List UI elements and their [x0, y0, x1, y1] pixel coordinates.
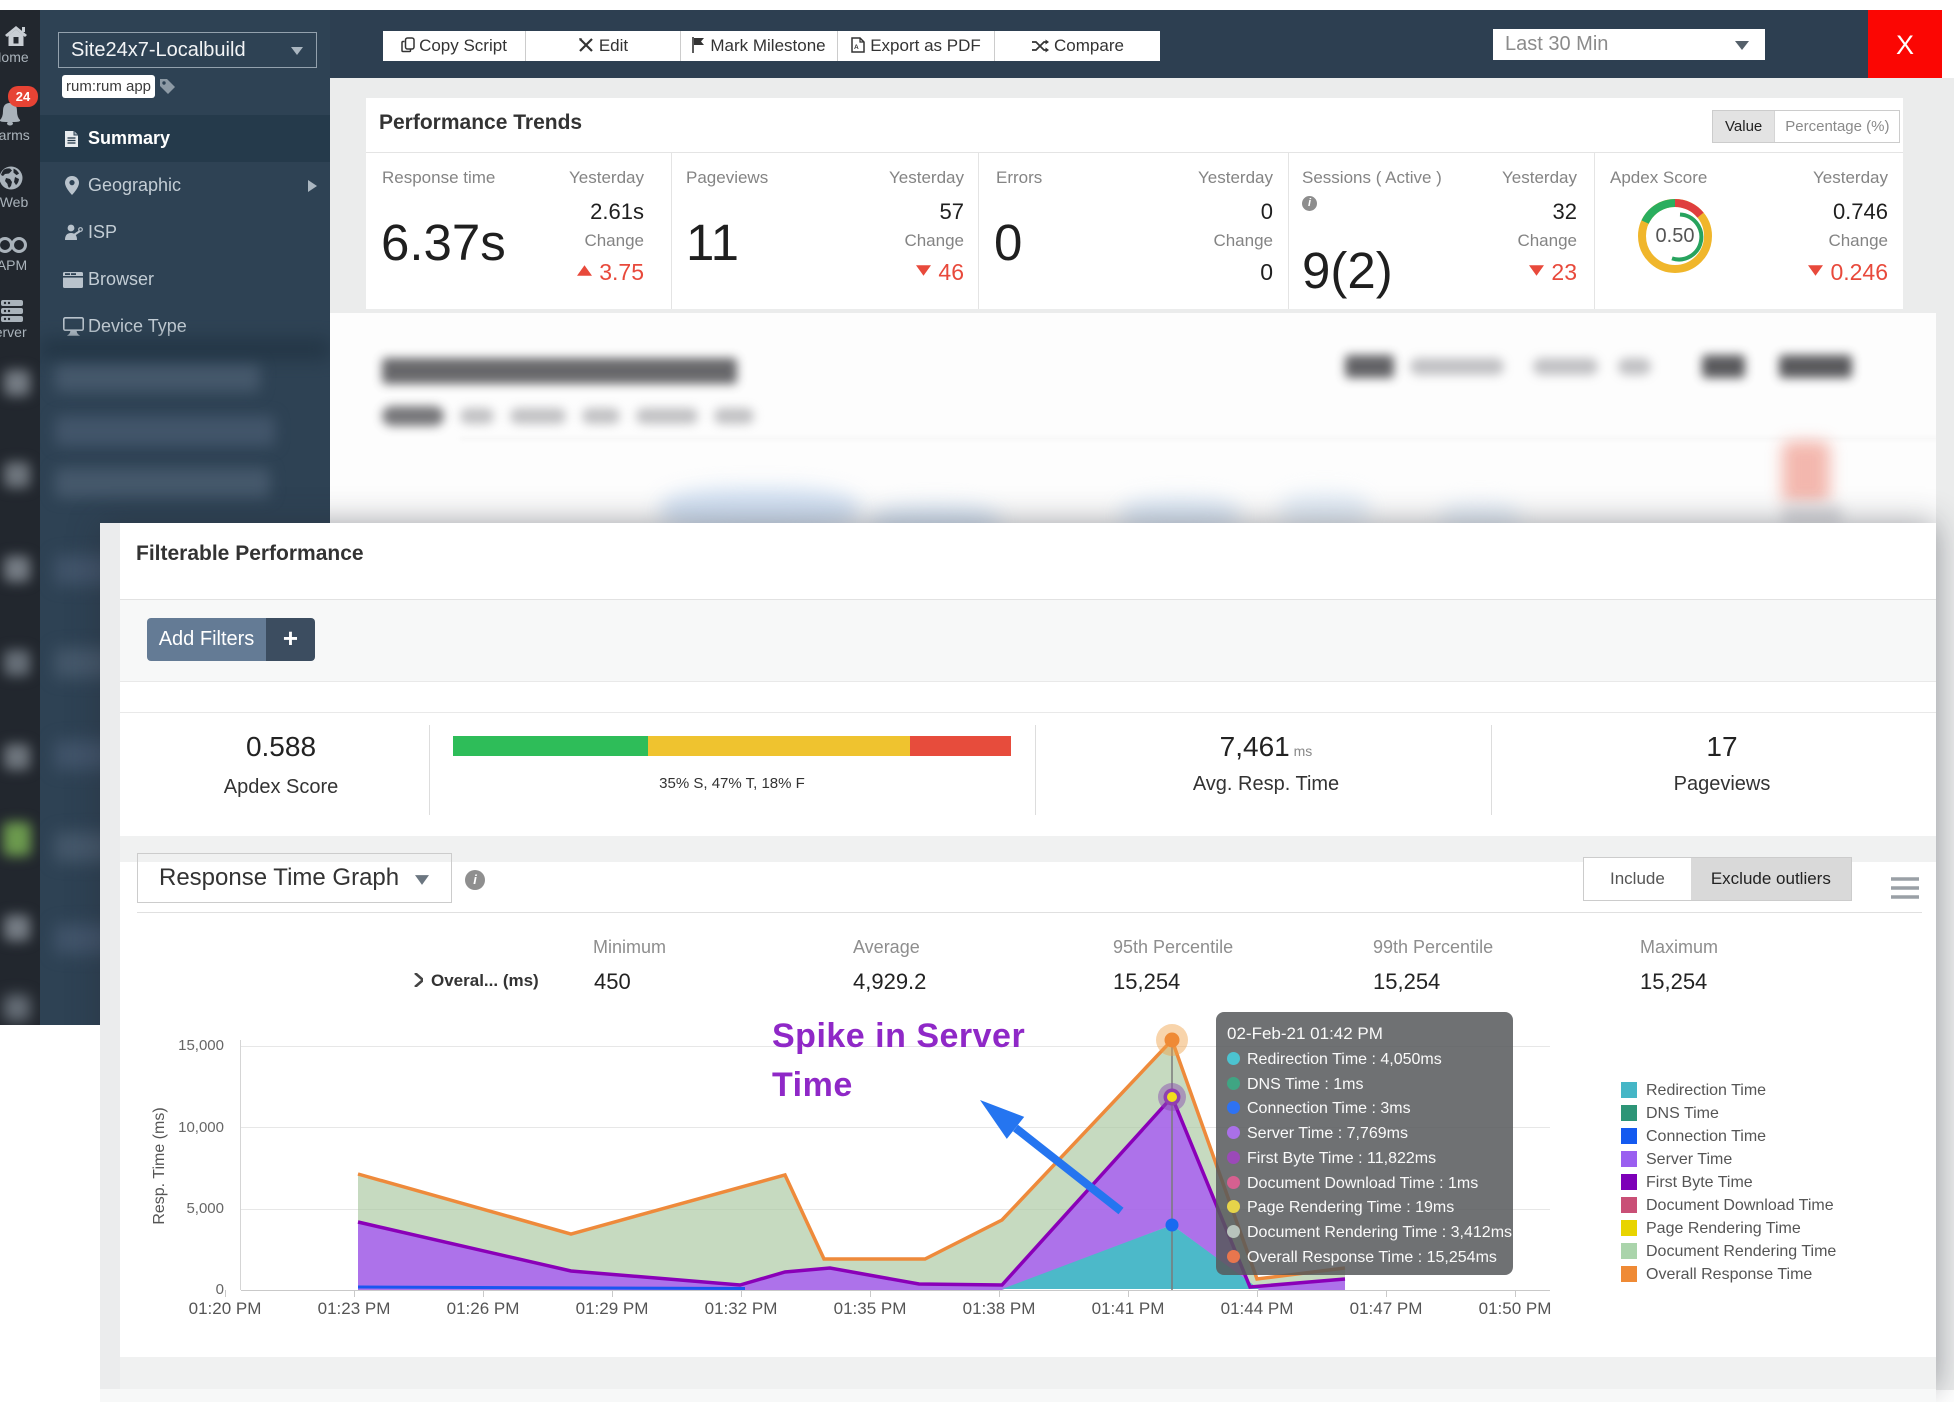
svg-text:0.50: 0.50: [1656, 225, 1695, 247]
svg-text:A: A: [854, 44, 859, 51]
